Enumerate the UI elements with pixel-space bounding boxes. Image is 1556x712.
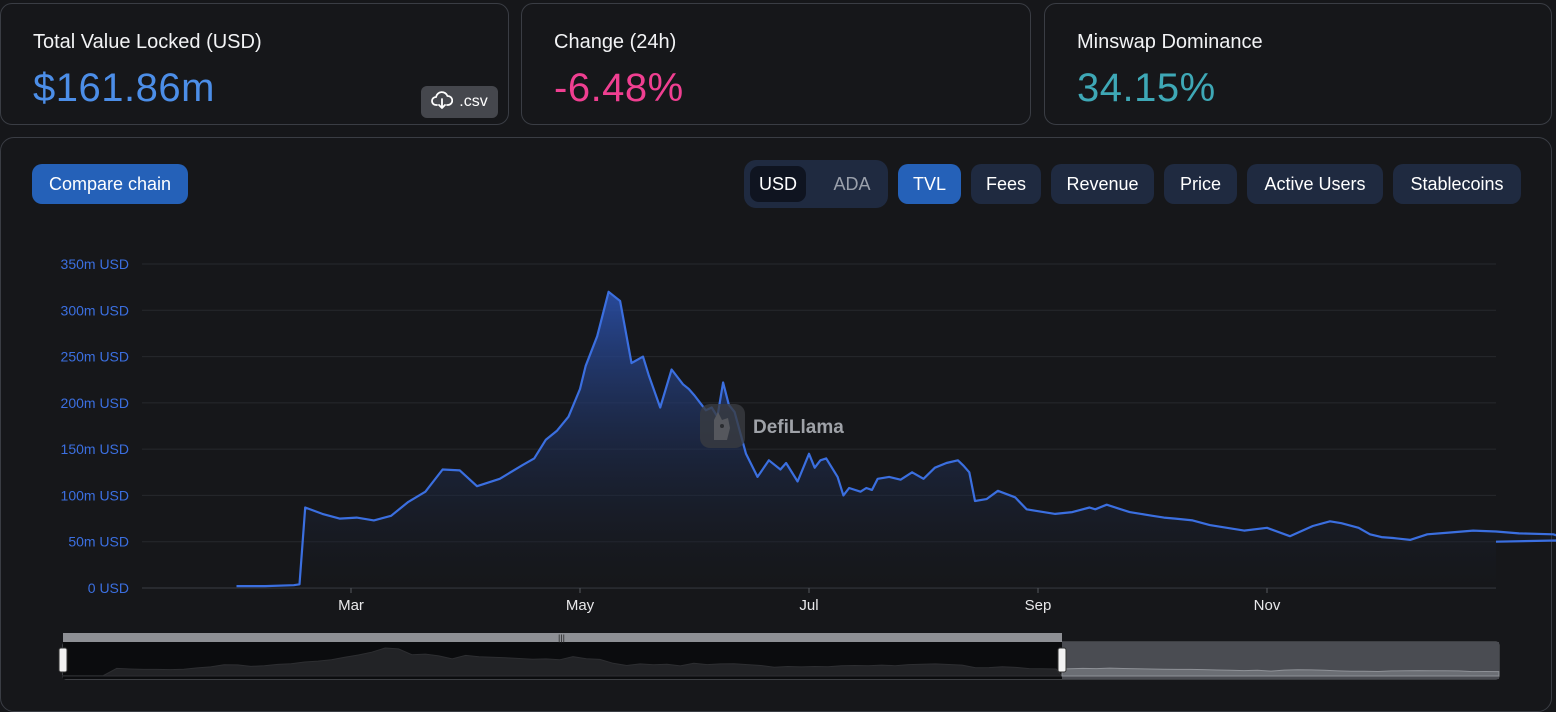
y-tick-label: 50m USD (68, 534, 129, 550)
y-tick-label: 150m USD (61, 441, 129, 457)
x-tick-label: Jul (799, 597, 818, 614)
tvl-area (237, 292, 1556, 588)
tvl-chart: 0 USD 50m USD 100m USD 150m USD 200m USD 250m… (0, 0, 1556, 697)
x-tick-label: Nov (1254, 597, 1281, 614)
y-tick-label: 0 USD (88, 580, 129, 596)
range-selector[interactable]: ||| (59, 633, 1499, 679)
y-tick-label: 200m USD (61, 395, 129, 411)
x-tick-label: Sep (1025, 597, 1052, 614)
y-tick-label: 100m USD (61, 487, 129, 503)
range-grip-icon: ||| (558, 633, 565, 643)
range-handle-left[interactable] (59, 648, 67, 672)
watermark: DefiLlama (700, 404, 844, 448)
x-tick-label: Mar (338, 597, 364, 614)
llama-logo-icon (700, 404, 745, 448)
y-tick-label: 350m USD (61, 256, 129, 272)
y-tick-label: 250m USD (61, 349, 129, 365)
range-handle-right[interactable] (1058, 648, 1066, 672)
watermark-text: DefiLlama (753, 417, 844, 438)
y-tick-label: 300m USD (61, 302, 129, 318)
x-tick-label: May (566, 597, 595, 614)
